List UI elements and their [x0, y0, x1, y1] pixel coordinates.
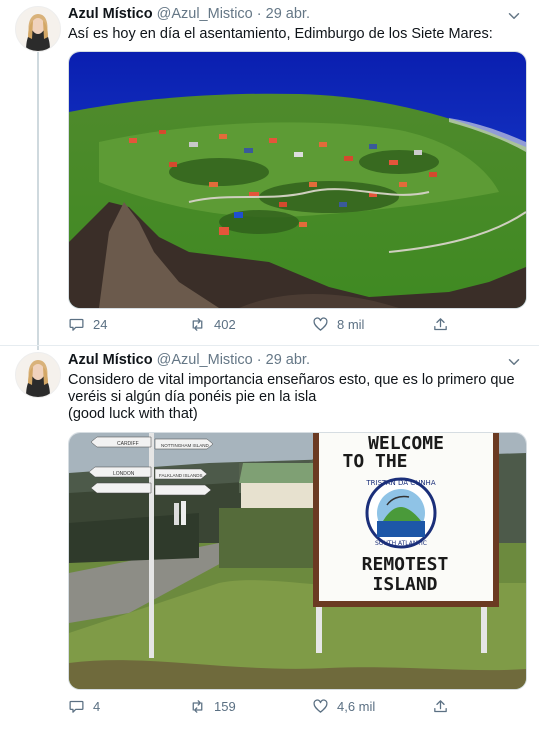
- tweet-actions: 24 402 8 mil: [68, 316, 468, 336]
- reply-button[interactable]: 24: [68, 316, 107, 333]
- signpost-label: NOTTINGHAM ISLAND: [161, 443, 210, 448]
- signpost-label: FALKLAND ISLANDS: [159, 473, 203, 478]
- tweet-actions: 4 159 4,6 mil: [68, 698, 468, 718]
- heart-icon: [313, 317, 328, 331]
- tweet-text-line: (good luck with that): [68, 406, 198, 422]
- reply-count: 4: [93, 699, 101, 714]
- avatar[interactable]: [15, 6, 61, 52]
- share-icon: [434, 318, 447, 331]
- tweet-text-line: veréis si algún día ponéis pie en la isl…: [68, 389, 317, 405]
- retweet-count: 402: [214, 317, 236, 332]
- tweet-2[interactable]: Azul Místico @Azul_Mistico · 29 abr. Con…: [0, 346, 539, 729]
- share-button[interactable]: [432, 698, 449, 715]
- tweet-date[interactable]: 29 abr.: [266, 6, 310, 22]
- seal-bottom-text: SOUTH ATLANTIC: [375, 540, 427, 547]
- tweet-text: Así es hoy en día el asentamiento, Edimb…: [68, 26, 518, 43]
- retweet-icon: [192, 318, 203, 331]
- tweet-header: Azul Místico @Azul_Mistico · 29 abr.: [68, 6, 310, 22]
- seal-top-text: TRISTAN DA CUNHA: [365, 479, 435, 487]
- sign-line-remotest: REMOTEST: [362, 554, 449, 575]
- reply-icon: [69, 318, 84, 331]
- welcome-sign-image: CARDIFF NOTTINGHAM ISLAND LONDON FALKLAN…: [69, 433, 526, 689]
- tweet-text: Considero de vital importancia enseñaros…: [68, 372, 518, 423]
- chevron-down-icon[interactable]: [505, 353, 523, 371]
- reply-count: 24: [93, 317, 108, 332]
- retweet-icon: [192, 700, 203, 713]
- reply-icon: [69, 700, 84, 713]
- user-handle[interactable]: @Azul_Mistico: [157, 352, 253, 368]
- settlement-aerial-image: [69, 52, 526, 308]
- share-icon: [434, 700, 447, 713]
- like-count: 8 mil: [337, 317, 365, 332]
- tweet-text-line: Así es hoy en día el asentamiento, Edimb…: [68, 26, 493, 42]
- tweet-1[interactable]: Azul Místico @Azul_Mistico · 29 abr. Así…: [0, 0, 539, 345]
- tweet-date[interactable]: 29 abr.: [266, 352, 310, 368]
- tweet-text-line: Considero de vital importancia enseñaros…: [68, 372, 515, 388]
- retweet-count: 159: [214, 699, 236, 714]
- avatar[interactable]: [15, 352, 61, 398]
- signpost-label: LONDON: [113, 471, 135, 477]
- share-button[interactable]: [432, 316, 449, 333]
- sign-line-to-the: TO THE: [342, 451, 407, 472]
- user-handle[interactable]: @Azul_Mistico: [157, 6, 253, 22]
- sign-line-island: ISLAND: [372, 574, 437, 595]
- reply-button[interactable]: 4: [68, 698, 100, 715]
- chevron-down-icon[interactable]: [505, 7, 523, 25]
- retweet-button[interactable]: 402: [189, 316, 236, 333]
- separator-dot: ·: [256, 6, 262, 22]
- like-button[interactable]: 8 mil: [312, 316, 364, 333]
- tweet-header: Azul Místico @Azul_Mistico · 29 abr.: [68, 352, 310, 368]
- tweet-image[interactable]: [68, 51, 527, 309]
- signpost-label: CARDIFF: [117, 441, 139, 447]
- like-count: 4,6 mil: [337, 699, 376, 714]
- display-name[interactable]: Azul Místico: [68, 6, 153, 22]
- separator-dot: ·: [256, 352, 262, 368]
- display-name[interactable]: Azul Místico: [68, 352, 153, 368]
- tweet-image[interactable]: CARDIFF NOTTINGHAM ISLAND LONDON FALKLAN…: [68, 432, 527, 690]
- like-button[interactable]: 4,6 mil: [312, 698, 375, 715]
- heart-icon: [313, 699, 328, 713]
- retweet-button[interactable]: 159: [189, 698, 236, 715]
